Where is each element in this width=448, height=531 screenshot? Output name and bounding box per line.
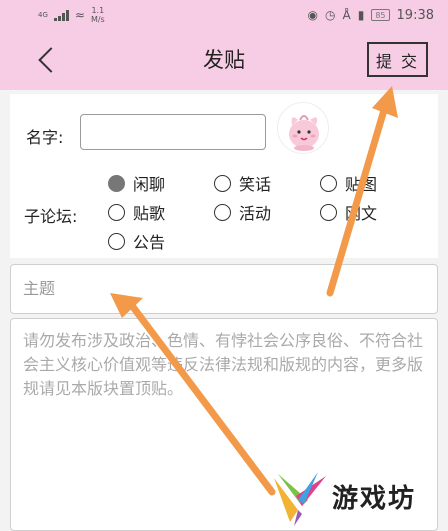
subject-input[interactable]: 主题	[10, 264, 438, 314]
submit-button[interactable]: 提 交	[367, 42, 428, 77]
radio-empty-icon	[108, 232, 125, 250]
forum-radio-novels[interactable]: 网文	[320, 200, 377, 224]
pink-creature-avatar-icon	[289, 115, 319, 151]
forum-radio-events[interactable]: 活动	[214, 200, 271, 224]
forum-label: 子论坛:	[24, 207, 78, 226]
watermark-logo-icon	[274, 472, 326, 526]
alarm-icon: ◷	[325, 8, 336, 22]
radio-empty-icon	[214, 174, 231, 192]
vibrate-icon: ▮	[357, 8, 365, 22]
forum-option-label: 网文	[345, 204, 378, 223]
radio-selected-icon	[108, 174, 125, 192]
status-bar: 4G ≈ 1.1 M/s ◉ ◷ Å ▮ 85 19:38	[0, 0, 448, 30]
network-speed: 1.1 M/s	[91, 6, 105, 24]
network-type: 4G	[38, 10, 48, 19]
forum-radio-jokes[interactable]: 笑话	[214, 171, 271, 195]
radio-empty-icon	[108, 203, 125, 221]
forum-option-label: 贴歌	[133, 204, 166, 223]
avatar[interactable]	[277, 102, 329, 154]
speed-unit: M/s	[90, 15, 105, 24]
watermark-text: 游戏坊	[332, 484, 417, 514]
forum-option-label: 贴图	[345, 175, 378, 194]
speed-value: 1.1	[91, 6, 105, 15]
name-input[interactable]	[80, 114, 266, 150]
name-label: 名字:	[26, 128, 64, 147]
battery-level: 85	[375, 10, 386, 20]
bluetooth-icon: Å	[342, 8, 351, 22]
status-left: 4G ≈ 1.1 M/s	[38, 6, 105, 24]
radio-empty-icon	[214, 203, 231, 221]
clock: 19:38	[396, 7, 434, 23]
post-form-card: 名字: 子论坛: 闲聊 笑话 贴图 贴歌 活动 网文 公告	[10, 94, 438, 258]
signal-icon	[53, 9, 69, 21]
battery-icon: 85	[371, 9, 390, 21]
title-bar: 发贴 提 交	[0, 30, 448, 90]
forum-option-label: 笑话	[239, 175, 272, 194]
forum-radio-chat[interactable]: 闲聊	[108, 171, 165, 195]
wifi-icon: ≈	[74, 8, 85, 22]
status-right: ◉ ◷ Å ▮ 85 19:38	[308, 8, 434, 23]
forum-radio-images[interactable]: 贴图	[320, 171, 377, 195]
forum-option-label: 公告	[133, 233, 166, 252]
eye-icon: ◉	[307, 8, 319, 22]
forum-option-label: 闲聊	[133, 175, 166, 194]
forum-radio-announcements[interactable]: 公告	[108, 229, 165, 253]
forum-radio-songs[interactable]: 贴歌	[108, 200, 165, 224]
radio-empty-icon	[320, 203, 337, 221]
forum-option-label: 活动	[239, 204, 272, 223]
radio-empty-icon	[320, 174, 337, 192]
